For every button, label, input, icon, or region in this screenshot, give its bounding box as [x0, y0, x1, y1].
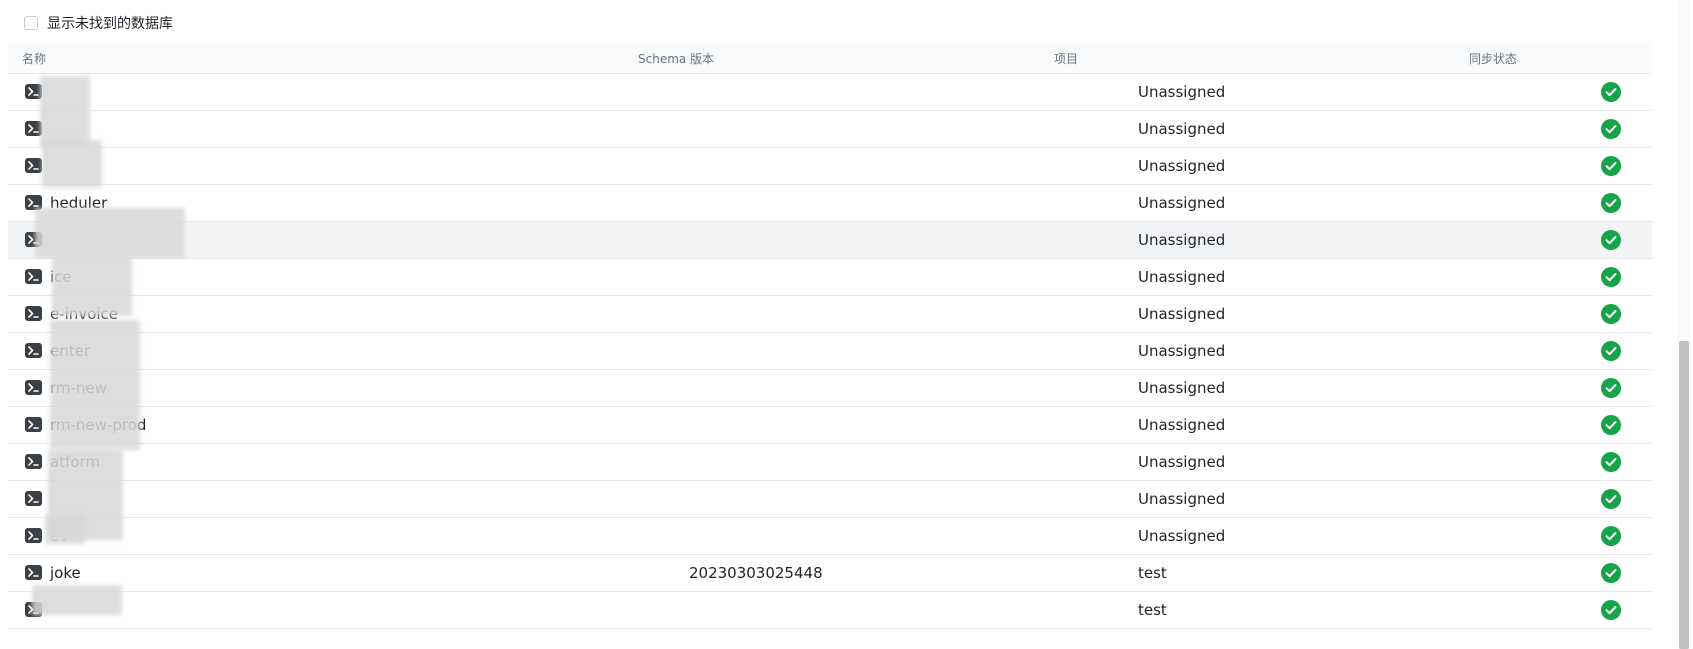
table-row[interactable]: rm-newUnassigned	[8, 370, 1652, 407]
table-row[interactable]: enterUnassigned	[8, 333, 1652, 370]
show-missing-label: 显示未找到的数据库	[47, 16, 173, 32]
project-name[interactable]: Unassigned	[1138, 231, 1225, 249]
check-circle-icon	[1600, 340, 1622, 362]
project-name[interactable]: Unassigned	[1138, 268, 1225, 286]
project-name[interactable]: Unassigned	[1138, 490, 1225, 508]
table-row[interactable]: test	[8, 592, 1652, 629]
table-row[interactable]: Unassigned	[8, 222, 1652, 259]
check-circle-icon	[1600, 229, 1622, 251]
table-row[interactable]: evUnassigned	[8, 518, 1652, 555]
check-circle-icon	[1600, 562, 1622, 584]
check-circle-icon	[1600, 488, 1622, 510]
database-list-page: 显示未找到的数据库 名称 Schema 版本 项目 同步状态 Unassigne…	[0, 0, 1693, 649]
project-name[interactable]: test	[1138, 601, 1167, 619]
project-name[interactable]: Unassigned	[1138, 416, 1225, 434]
show-missing-filter[interactable]: 显示未找到的数据库	[24, 14, 173, 32]
table-row[interactable]: Unassigned	[8, 148, 1652, 185]
table-row[interactable]: atformUnassigned	[8, 444, 1652, 481]
check-circle-icon	[1600, 525, 1622, 547]
project-name[interactable]: Unassigned	[1138, 305, 1225, 323]
redaction-overlay	[52, 256, 132, 316]
redaction-overlay	[35, 208, 185, 258]
terminal-icon	[25, 528, 42, 543]
table-row[interactable]: iceUnassigned	[8, 259, 1652, 296]
table-row[interactable]: Unassigned	[8, 481, 1652, 518]
check-circle-icon	[1600, 377, 1622, 399]
redaction-overlay	[45, 514, 85, 544]
table-row[interactable]: Unassigned	[8, 74, 1652, 111]
check-circle-icon	[1600, 303, 1622, 325]
terminal-icon	[25, 491, 42, 506]
table-row[interactable]: joke 20230303025448 test	[8, 555, 1652, 592]
project-name[interactable]: Unassigned	[1138, 194, 1225, 212]
project-name[interactable]: Unassigned	[1138, 527, 1225, 545]
header-schema-version[interactable]: Schema 版本	[638, 50, 714, 67]
check-circle-icon	[1600, 81, 1622, 103]
database-name[interactable]: joke	[50, 564, 81, 582]
database-table: 名称 Schema 版本 项目 同步状态 Unassigned Unassigne…	[8, 41, 1652, 629]
terminal-icon	[25, 565, 42, 580]
terminal-icon	[25, 269, 42, 284]
check-circle-icon	[1600, 118, 1622, 140]
table-row[interactable]: heduler Unassigned	[8, 185, 1652, 222]
project-name[interactable]: Unassigned	[1138, 157, 1225, 175]
project-name[interactable]: test	[1138, 564, 1167, 582]
terminal-icon	[25, 454, 42, 469]
check-circle-icon	[1600, 599, 1622, 621]
check-circle-icon	[1600, 266, 1622, 288]
table-header: 名称 Schema 版本 项目 同步状态	[8, 41, 1652, 74]
header-sync-status[interactable]: 同步状态	[1469, 50, 1517, 67]
table-row[interactable]: e-invoiceUnassigned	[8, 296, 1652, 333]
check-circle-icon	[1600, 414, 1622, 436]
header-project[interactable]: 项目	[1054, 50, 1078, 67]
project-name[interactable]: Unassigned	[1138, 379, 1225, 397]
show-missing-checkbox[interactable]	[24, 16, 38, 30]
terminal-icon	[25, 380, 42, 395]
table-body: Unassigned Unassigned Unassigned heduler Una…	[8, 74, 1652, 629]
header-name[interactable]: 名称	[22, 50, 46, 67]
project-name[interactable]: Unassigned	[1138, 342, 1225, 360]
redaction-overlay	[50, 320, 140, 450]
check-circle-icon	[1600, 192, 1622, 214]
redaction-overlay	[40, 76, 90, 146]
check-circle-icon	[1600, 155, 1622, 177]
scrollbar-thumb[interactable]	[1679, 341, 1689, 649]
project-name[interactable]: Unassigned	[1138, 120, 1225, 138]
project-name[interactable]: Unassigned	[1138, 83, 1225, 101]
redaction-overlay	[42, 140, 102, 188]
terminal-icon	[25, 343, 42, 358]
redaction-overlay	[32, 585, 122, 615]
terminal-icon	[25, 417, 42, 432]
check-circle-icon	[1600, 451, 1622, 473]
project-name[interactable]: Unassigned	[1138, 453, 1225, 471]
table-row[interactable]: Unassigned	[8, 111, 1652, 148]
terminal-icon	[25, 158, 42, 173]
table-row[interactable]: rm-new-prodUnassigned	[8, 407, 1652, 444]
terminal-icon	[25, 306, 42, 321]
schema-version: 20230303025448	[689, 564, 823, 582]
